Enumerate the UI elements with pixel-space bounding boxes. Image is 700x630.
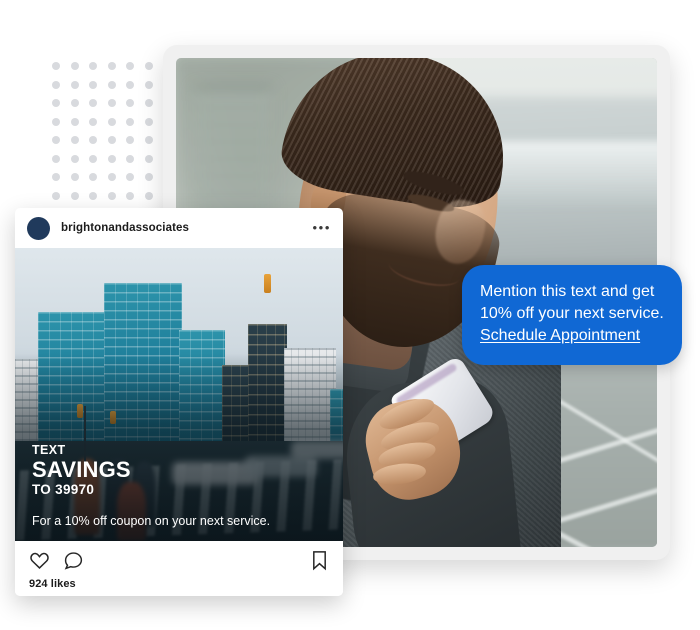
promo-subtext: For a 10% off coupon on your next servic… [32, 514, 271, 528]
heart-icon[interactable] [29, 550, 50, 571]
instagram-username[interactable]: brightonandassociates [61, 222, 189, 234]
bubble-line-2: 10% off your next service. [480, 305, 664, 322]
promo-shortcode: TO 39970 [32, 482, 95, 497]
instagram-post-card: brightonandassociates ••• TEXT SAVINGS T… [15, 208, 343, 596]
instagram-post-header: brightonandassociates ••• [15, 208, 343, 248]
promo-overlay: TEXT SAVINGS TO 39970 For a 10% off coup… [32, 444, 329, 529]
instagram-action-bar: 924 likes [15, 541, 343, 596]
more-options-icon[interactable]: ••• [313, 221, 331, 234]
schedule-appointment-link[interactable]: Schedule Appointment [480, 325, 640, 347]
like-count: 924 likes [29, 578, 76, 590]
bubble-line-1: Mention this text and get [480, 283, 655, 300]
promo-text-label: TEXT [32, 443, 66, 457]
avatar[interactable] [27, 216, 50, 240]
bookmark-icon[interactable] [310, 550, 329, 571]
screenshot-stage: Mention this text and get 10% off your n… [0, 0, 700, 630]
instagram-post-photo: TEXT SAVINGS TO 39970 For a 10% off coup… [15, 248, 343, 541]
instagram-icon-row [29, 550, 329, 571]
sms-message-bubble: Mention this text and get 10% off your n… [462, 265, 682, 365]
comment-icon[interactable] [63, 550, 84, 571]
promo-keyword: SAVINGS [32, 457, 131, 482]
